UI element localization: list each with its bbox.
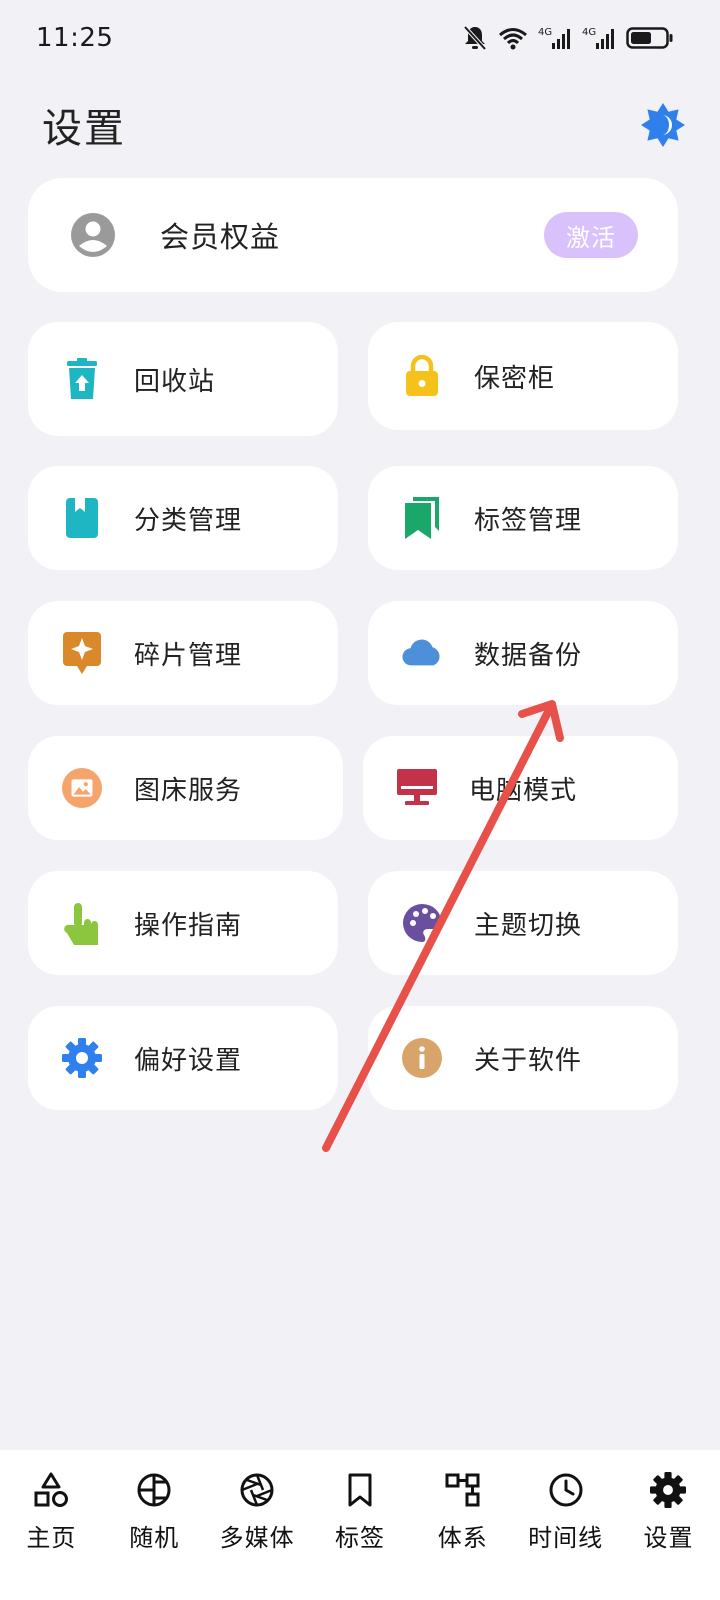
nav-settings[interactable]: 设置 <box>618 1470 718 1553</box>
nav-system-label: 体系 <box>437 1524 488 1552</box>
fragment-management-label: 碎片管理 <box>134 640 243 671</box>
category-management-card[interactable]: 分类管理 <box>28 466 338 570</box>
bookmark-icon <box>348 1473 372 1507</box>
desktop-mode-card[interactable]: 电脑模式 <box>363 736 678 840</box>
tag-management-label: 标签管理 <box>474 505 583 536</box>
desktop-mode-label: 电脑模式 <box>469 775 578 806</box>
header: 设置 <box>0 90 720 160</box>
nav-media-label: 多媒体 <box>219 1524 295 1552</box>
vault-label: 保密柜 <box>474 363 556 394</box>
battery-icon <box>626 27 673 49</box>
member-benefits-card[interactable]: 会员权益 激活 <box>28 178 678 292</box>
theme-switch-label: 主题切换 <box>474 910 583 941</box>
svg-text:4G: 4G <box>538 27 552 38</box>
nav-timeline[interactable]: 时间线 <box>516 1470 616 1553</box>
data-backup-card[interactable]: 数据备份 <box>368 601 678 705</box>
nav-random[interactable]: 随机 <box>104 1470 204 1553</box>
about-software-label: 关于软件 <box>474 1045 583 1076</box>
nav-timeline-label: 时间线 <box>528 1524 604 1552</box>
nav-settings-label: 设置 <box>643 1524 694 1552</box>
status-icons: 4G 4G <box>462 24 674 52</box>
clock-icon <box>549 1473 583 1507</box>
lock-icon <box>406 355 438 396</box>
bookmarks-icon <box>405 497 439 539</box>
signal-icon: 4G <box>582 27 614 49</box>
tag-management-card[interactable]: 标签管理 <box>368 466 678 570</box>
status-time: 11:25 <box>36 23 114 53</box>
user-guide-label: 操作指南 <box>134 910 243 941</box>
theme-toggle-button[interactable] <box>640 102 686 148</box>
shapes-home-icon <box>34 1472 69 1507</box>
svg-text:4G: 4G <box>582 27 596 38</box>
theme-switch-card[interactable]: 主题切换 <box>368 871 678 975</box>
nav-media[interactable]: 多媒体 <box>207 1470 307 1553</box>
sparkle-badge-icon <box>63 632 101 674</box>
nav-system[interactable]: 体系 <box>413 1470 513 1553</box>
image-hosting-label: 图床服务 <box>134 775 243 806</box>
hierarchy-icon <box>445 1473 480 1507</box>
status-bar: 11:25 4G 4G <box>0 0 720 76</box>
book-icon <box>66 498 98 538</box>
fragment-management-card[interactable]: 碎片管理 <box>28 601 338 705</box>
signal-icon: 4G <box>538 27 570 49</box>
bottom-navigation: 主页 随机 多媒体 标签 体系 时间线 设置 <box>0 1450 720 1600</box>
theme-brightness-icon <box>641 103 685 147</box>
mute-bell-icon <box>463 25 487 51</box>
category-management-label: 分类管理 <box>134 505 243 536</box>
user-guide-card[interactable]: 操作指南 <box>28 871 338 975</box>
camera-aperture-icon <box>240 1473 274 1507</box>
activate-button[interactable]: 激活 <box>544 212 638 258</box>
palette-icon <box>403 904 441 942</box>
nav-tags-label: 标签 <box>334 1524 385 1552</box>
recycle-bin-card[interactable]: 回收站 <box>28 322 338 436</box>
wifi-icon <box>499 28 527 50</box>
page-title: 设置 <box>42 106 126 152</box>
nav-home-label: 主页 <box>26 1524 77 1552</box>
nav-home[interactable]: 主页 <box>1 1470 101 1553</box>
image-hosting-card[interactable]: 图床服务 <box>28 736 343 840</box>
image-icon <box>62 768 102 808</box>
preferences-label: 偏好设置 <box>134 1045 243 1076</box>
member-benefits-label: 会员权益 <box>160 220 281 254</box>
recycle-bin-icon <box>67 358 97 399</box>
nav-random-label: 随机 <box>129 1524 180 1552</box>
vault-card[interactable]: 保密柜 <box>368 322 678 430</box>
data-backup-label: 数据备份 <box>474 640 583 671</box>
cloud-icon <box>402 639 440 666</box>
preferences-card[interactable]: 偏好设置 <box>28 1006 338 1110</box>
account-circle-icon <box>71 213 115 257</box>
info-icon <box>402 1038 442 1078</box>
nav-tags[interactable]: 标签 <box>310 1470 410 1553</box>
recycle-bin-label: 回收站 <box>134 366 216 397</box>
monitor-icon <box>397 769 437 805</box>
touch-hand-icon <box>64 903 99 945</box>
gear-icon <box>650 1472 687 1508</box>
about-software-card[interactable]: 关于软件 <box>368 1006 678 1110</box>
gear-icon <box>62 1038 102 1078</box>
random-dice-icon <box>137 1473 171 1507</box>
